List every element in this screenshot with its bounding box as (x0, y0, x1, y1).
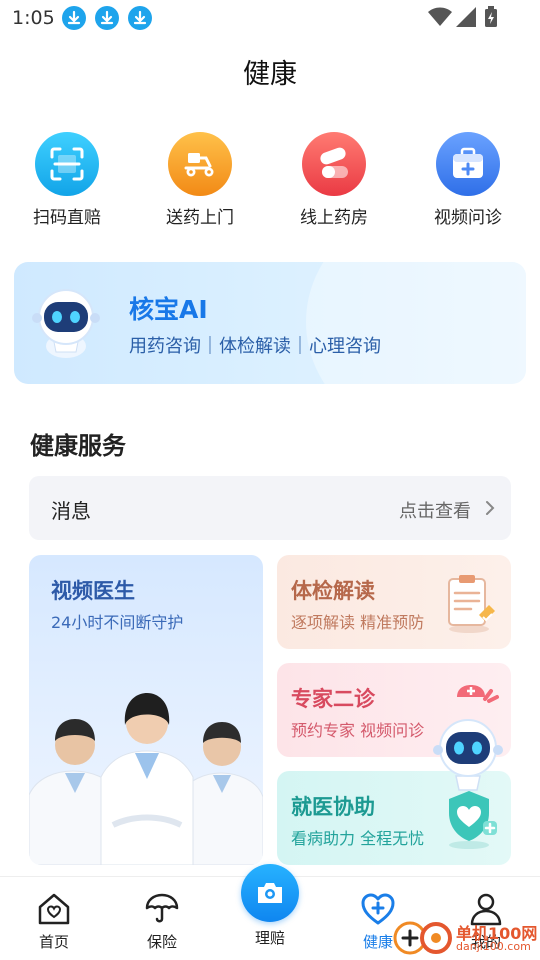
service-subtitle: 看病助力 全程无忧 (291, 829, 425, 848)
wifi-icon (428, 7, 452, 26)
umbrella-icon (145, 893, 179, 923)
home-icon (38, 893, 70, 925)
claims-camera-button[interactable] (241, 864, 299, 922)
quick-action-label: 视频问诊 (434, 208, 502, 228)
nav-label: 保险 (146, 933, 177, 951)
watermark: 单机100网 danji100.com (392, 916, 540, 960)
quick-action-video-consult[interactable]: 视频问诊 (413, 132, 523, 232)
quick-action-label: 扫码直赔 (33, 208, 101, 228)
ai-banner-title: 核宝AI (129, 295, 208, 324)
quick-action-label: 线上药房 (300, 208, 368, 228)
quick-action-pharmacy[interactable]: 线上药房 (279, 132, 389, 232)
watermark-logo-icon (393, 921, 452, 955)
delivery-scooter-icon (168, 132, 232, 196)
nav-item-insurance[interactable]: 保险 (122, 877, 202, 960)
message-row[interactable]: 消息 点击查看 (29, 476, 511, 540)
message-label: 消息 (51, 499, 91, 523)
nav-label-claims: 理赔 (254, 929, 285, 947)
download-icon (128, 6, 152, 30)
service-title: 体检解读 (291, 579, 375, 603)
quick-action-delivery[interactable]: 送药上门 (145, 132, 255, 232)
status-bar: 1:05 (0, 0, 540, 36)
nav-label: 首页 (38, 933, 69, 951)
heart-plus-icon (361, 893, 395, 925)
quick-action-scan-claim[interactable]: 扫码直赔 (12, 132, 122, 232)
video-doctor-title: 视频医生 (51, 579, 135, 603)
service-subtitle: 预约专家 视频问诊 (291, 721, 425, 740)
scan-icon (35, 132, 99, 196)
nav-item-home[interactable]: 首页 (14, 877, 94, 960)
shield-heart-icon (449, 791, 497, 849)
status-time: 1:05 (12, 7, 55, 29)
service-title: 就医协助 (291, 795, 375, 819)
signal-icon (456, 7, 476, 27)
exam-report-card[interactable]: 体检解读 逐项解读 精准预防 (277, 555, 511, 649)
clipboard-report-icon (448, 575, 495, 633)
quick-action-label: 送药上门 (166, 208, 234, 228)
pill-icon (302, 132, 366, 196)
download-icon (62, 6, 86, 30)
camera-icon (258, 883, 282, 903)
battery-charging-icon (485, 6, 497, 27)
ai-assistant-banner[interactable]: 核宝AI 用药咨询｜体检解读｜心理咨询 (14, 262, 526, 384)
video-doctor-subtitle: 24小时不间断守护 (51, 613, 184, 632)
message-view-link: 点击查看 (399, 501, 471, 522)
service-title: 专家二诊 (291, 687, 375, 711)
chevron-right-icon (486, 501, 495, 515)
robot-mascot-icon (32, 289, 100, 358)
doctors-illustration (29, 693, 263, 865)
ai-banner-tags: 用药咨询｜体检解读｜心理咨询 (129, 336, 381, 357)
video-doctor-card[interactable]: 视频医生 24小时不间断守护 (29, 555, 263, 865)
watermark-url: danji100.com (456, 940, 531, 953)
section-title: 健康服务 (30, 432, 126, 460)
service-subtitle: 逐项解读 精准预防 (291, 613, 425, 632)
download-icon (95, 6, 119, 30)
page-title: 健康 (243, 59, 297, 90)
floating-robot-assistant-icon[interactable] (432, 712, 504, 792)
medical-kit-icon (436, 132, 500, 196)
